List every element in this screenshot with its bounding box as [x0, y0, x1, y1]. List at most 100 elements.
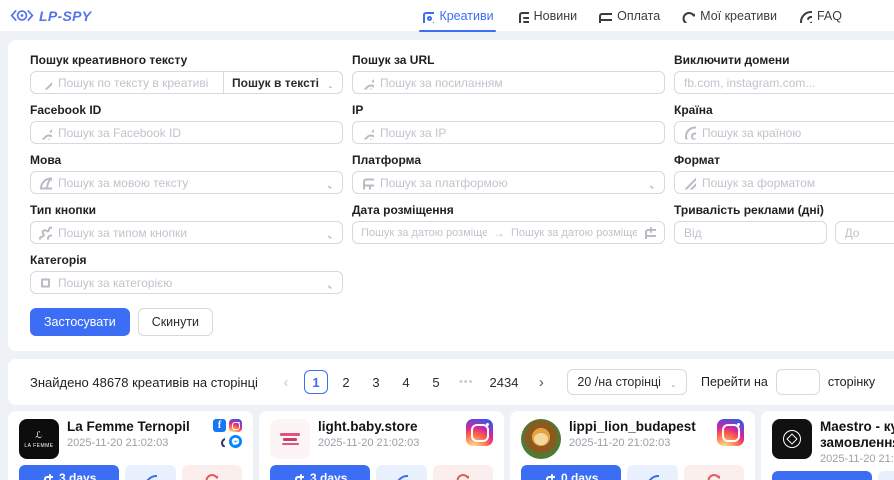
image-icon — [421, 10, 434, 23]
pagination-page-3[interactable]: 3 — [364, 370, 388, 394]
tab-payment[interactable]: Оплата — [599, 0, 660, 32]
platform-select-input[interactable] — [353, 172, 664, 193]
translate-icon — [39, 176, 52, 189]
category-select[interactable] — [30, 271, 343, 294]
map-pin-icon — [683, 126, 696, 139]
pagination-page-4[interactable]: 4 — [394, 370, 418, 394]
reset-button[interactable]: Скинути — [138, 308, 213, 336]
tab-label: Креативи — [439, 9, 493, 23]
link-icon — [39, 126, 52, 139]
ip-input-wrap — [352, 121, 665, 144]
pagination-page-last[interactable]: 2434 — [485, 370, 524, 394]
language-select[interactable] — [30, 171, 343, 194]
pagination-page-5[interactable]: 5 — [424, 370, 448, 394]
facebook-id-input[interactable] — [31, 122, 342, 143]
page-size-select[interactable]: 20 /на сторінці — [567, 369, 687, 395]
logo[interactable]: LP-SPY — [10, 7, 91, 24]
creative-card[interactable]: light.baby.store 2025-11-20 21:02:03 3 d… — [259, 411, 504, 480]
date-range-picker[interactable]: Пошук за датою розміщення → Пошук за дат… — [352, 221, 665, 244]
country-input[interactable] — [675, 122, 894, 143]
heart-icon — [205, 472, 218, 480]
filter-duration: Тривалість реклами (дні) — [674, 203, 894, 244]
field-label: Мова — [30, 153, 343, 167]
messenger-icon[interactable] — [229, 435, 242, 448]
days-active-button[interactable]: 3 days — [270, 465, 370, 480]
platform-select[interactable] — [352, 171, 665, 194]
view-button[interactable] — [627, 465, 677, 480]
filters-panel: Пошук креативного тексту Пошук в тексті … — [8, 40, 894, 351]
category-select-input[interactable] — [31, 272, 342, 293]
filter-format: Формат — [674, 153, 894, 194]
tab-faq[interactable]: FAQ — [799, 0, 842, 32]
facebook-icon[interactable]: f — [213, 419, 226, 432]
pagination-page-1[interactable]: 1 — [304, 370, 328, 394]
network-icons: f — [213, 419, 242, 459]
favorite-button[interactable] — [182, 465, 242, 480]
field-label: Категорія — [30, 253, 343, 267]
apply-button[interactable]: Застосувати — [30, 308, 130, 336]
pagination-next[interactable]: › — [529, 370, 553, 394]
card-title[interactable]: La Femme Ternopil — [67, 419, 205, 435]
gear-icon — [39, 226, 52, 239]
days-active-button[interactable] — [772, 471, 872, 480]
filter-date-range: Дата розміщення Пошук за датою розміщенн… — [352, 203, 665, 244]
filter-platform: Платформа — [352, 153, 665, 194]
exclude-domains-input-wrap — [674, 71, 894, 94]
text-search-mode-select[interactable]: Пошук в тексті — [224, 71, 343, 94]
button-type-select[interactable] — [30, 221, 343, 244]
pagination-ellipsis[interactable]: ••• — [454, 370, 479, 394]
country-input-wrap — [674, 121, 894, 144]
card-title[interactable]: lippi_lion_budapest — [569, 419, 709, 435]
pagination-prev[interactable]: ‹ — [274, 370, 298, 394]
duration-to-input[interactable] — [836, 222, 894, 243]
avatar — [772, 419, 812, 459]
tab-creatives[interactable]: Креативи — [421, 0, 493, 32]
exclude-domains-input[interactable] — [675, 72, 894, 93]
instagram-icon[interactable] — [229, 419, 242, 432]
days-active-button[interactable]: 0 days — [521, 465, 621, 480]
tab-my-creatives[interactable]: Мої креативи — [682, 0, 777, 32]
card-title[interactable]: light.baby.store — [318, 419, 458, 435]
instagram-icon[interactable] — [717, 419, 744, 446]
card-title[interactable]: Maestro - кухні, меблі на замовлення в У… — [820, 419, 894, 451]
date-from-placeholder: Пошук за датою розміщення — [361, 227, 487, 239]
card-date: 2025-11-20 21:02:03 — [569, 437, 709, 449]
button-type-select-input[interactable] — [31, 222, 342, 243]
avatar — [521, 419, 561, 459]
avatar — [270, 419, 310, 459]
format-input-wrap — [674, 171, 894, 194]
view-button[interactable] — [125, 465, 175, 480]
grid-icon — [39, 276, 52, 289]
creative-card[interactable]: Maestro - кухні, меблі на замовлення в У… — [761, 411, 894, 480]
language-select-input[interactable] — [31, 172, 342, 193]
news-icon — [516, 10, 529, 23]
eye-logo-icon — [10, 7, 34, 24]
pagination-page-2[interactable]: 2 — [334, 370, 358, 394]
creative-card[interactable]: ℒ LA FEMME La Femme Ternopil 2025-11-20 … — [8, 411, 253, 480]
tab-news[interactable]: Новини — [516, 0, 578, 32]
paperclip-icon — [683, 176, 696, 189]
field-label: Facebook ID — [30, 103, 343, 117]
creative-text-input[interactable] — [31, 72, 223, 93]
duration-from-input[interactable] — [675, 222, 826, 243]
audience-icon[interactable] — [213, 435, 226, 448]
field-label: Країна — [674, 103, 894, 117]
instagram-icon[interactable] — [466, 419, 493, 446]
filter-language: Мова — [30, 153, 343, 194]
field-label: Формат — [674, 153, 894, 167]
logo-text: LP-SPY — [39, 8, 91, 24]
arrow-right-icon: → — [493, 226, 505, 240]
favorite-button[interactable] — [433, 465, 493, 480]
favorite-button[interactable] — [684, 465, 744, 480]
goto-page-input[interactable] — [776, 369, 820, 395]
url-input-wrap — [352, 71, 665, 94]
ip-input[interactable] — [353, 122, 664, 143]
days-active-button[interactable]: 3 days — [19, 465, 119, 480]
creative-card[interactable]: lippi_lion_budapest 2025-11-20 21:02:03 … — [510, 411, 755, 480]
heart-icon — [682, 10, 695, 23]
results-summary: Знайдено 48678 креативів на сторінці — [30, 375, 258, 390]
format-input[interactable] — [675, 172, 894, 193]
url-input[interactable] — [353, 72, 664, 93]
view-button[interactable] — [878, 471, 894, 480]
view-button[interactable] — [376, 465, 426, 480]
